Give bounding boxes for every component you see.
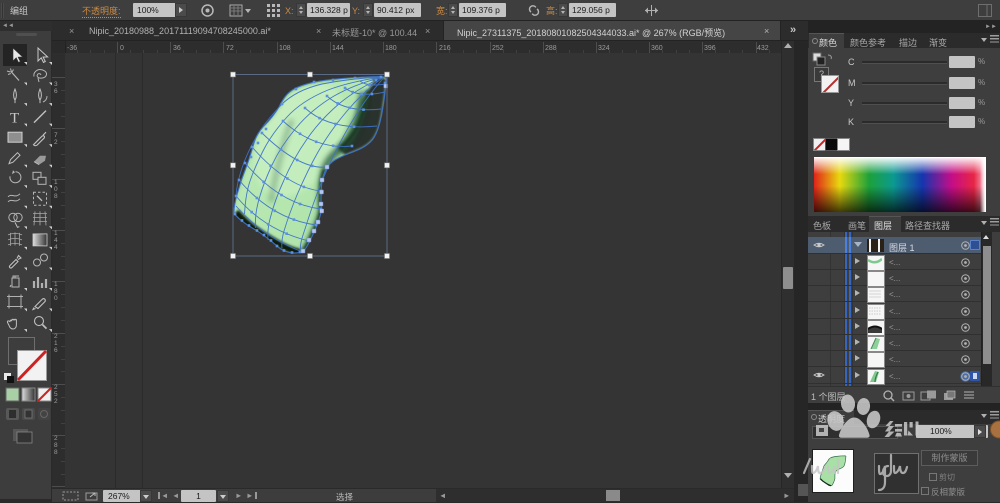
svg-text:8: 8: [54, 449, 58, 456]
svg-text:6: 6: [54, 88, 58, 95]
svg-text:360: 360: [651, 45, 663, 52]
svg-text:108: 108: [279, 45, 291, 52]
svg-text:216: 216: [439, 45, 451, 52]
svg-text:-36: -36: [67, 45, 77, 52]
svg-text:4: 4: [54, 237, 58, 244]
svg-text:324: 324: [598, 45, 610, 52]
svg-text:3: 3: [54, 81, 58, 88]
svg-text:72: 72: [226, 45, 234, 52]
svg-text:1: 1: [54, 340, 58, 347]
svg-text:2: 2: [54, 384, 58, 391]
svg-text:180: 180: [385, 45, 397, 52]
svg-text:8: 8: [54, 193, 58, 200]
svg-text:0: 0: [54, 186, 58, 193]
svg-text:2: 2: [54, 333, 58, 340]
svg-text:144: 144: [332, 45, 344, 52]
svg-text:5: 5: [54, 391, 58, 398]
svg-text:288: 288: [545, 45, 557, 52]
svg-text:2: 2: [54, 435, 58, 442]
svg-text:8: 8: [54, 288, 58, 295]
svg-text:1: 1: [54, 179, 58, 186]
svg-text:396: 396: [704, 45, 716, 52]
svg-text:8: 8: [54, 442, 58, 449]
svg-text:0: 0: [54, 295, 58, 302]
svg-text:7: 7: [54, 132, 58, 139]
svg-text:T: T: [10, 111, 19, 127]
svg-text:432: 432: [757, 45, 769, 52]
svg-text:252: 252: [492, 45, 504, 52]
svg-text:0: 0: [120, 45, 124, 52]
svg-text:2: 2: [54, 398, 58, 405]
svg-text:6: 6: [54, 347, 58, 354]
svg-text:2: 2: [54, 139, 58, 146]
svg-text:4: 4: [54, 244, 58, 251]
svg-text:36: 36: [173, 45, 181, 52]
svg-text:1: 1: [54, 281, 58, 288]
svg-text:1: 1: [54, 230, 58, 237]
